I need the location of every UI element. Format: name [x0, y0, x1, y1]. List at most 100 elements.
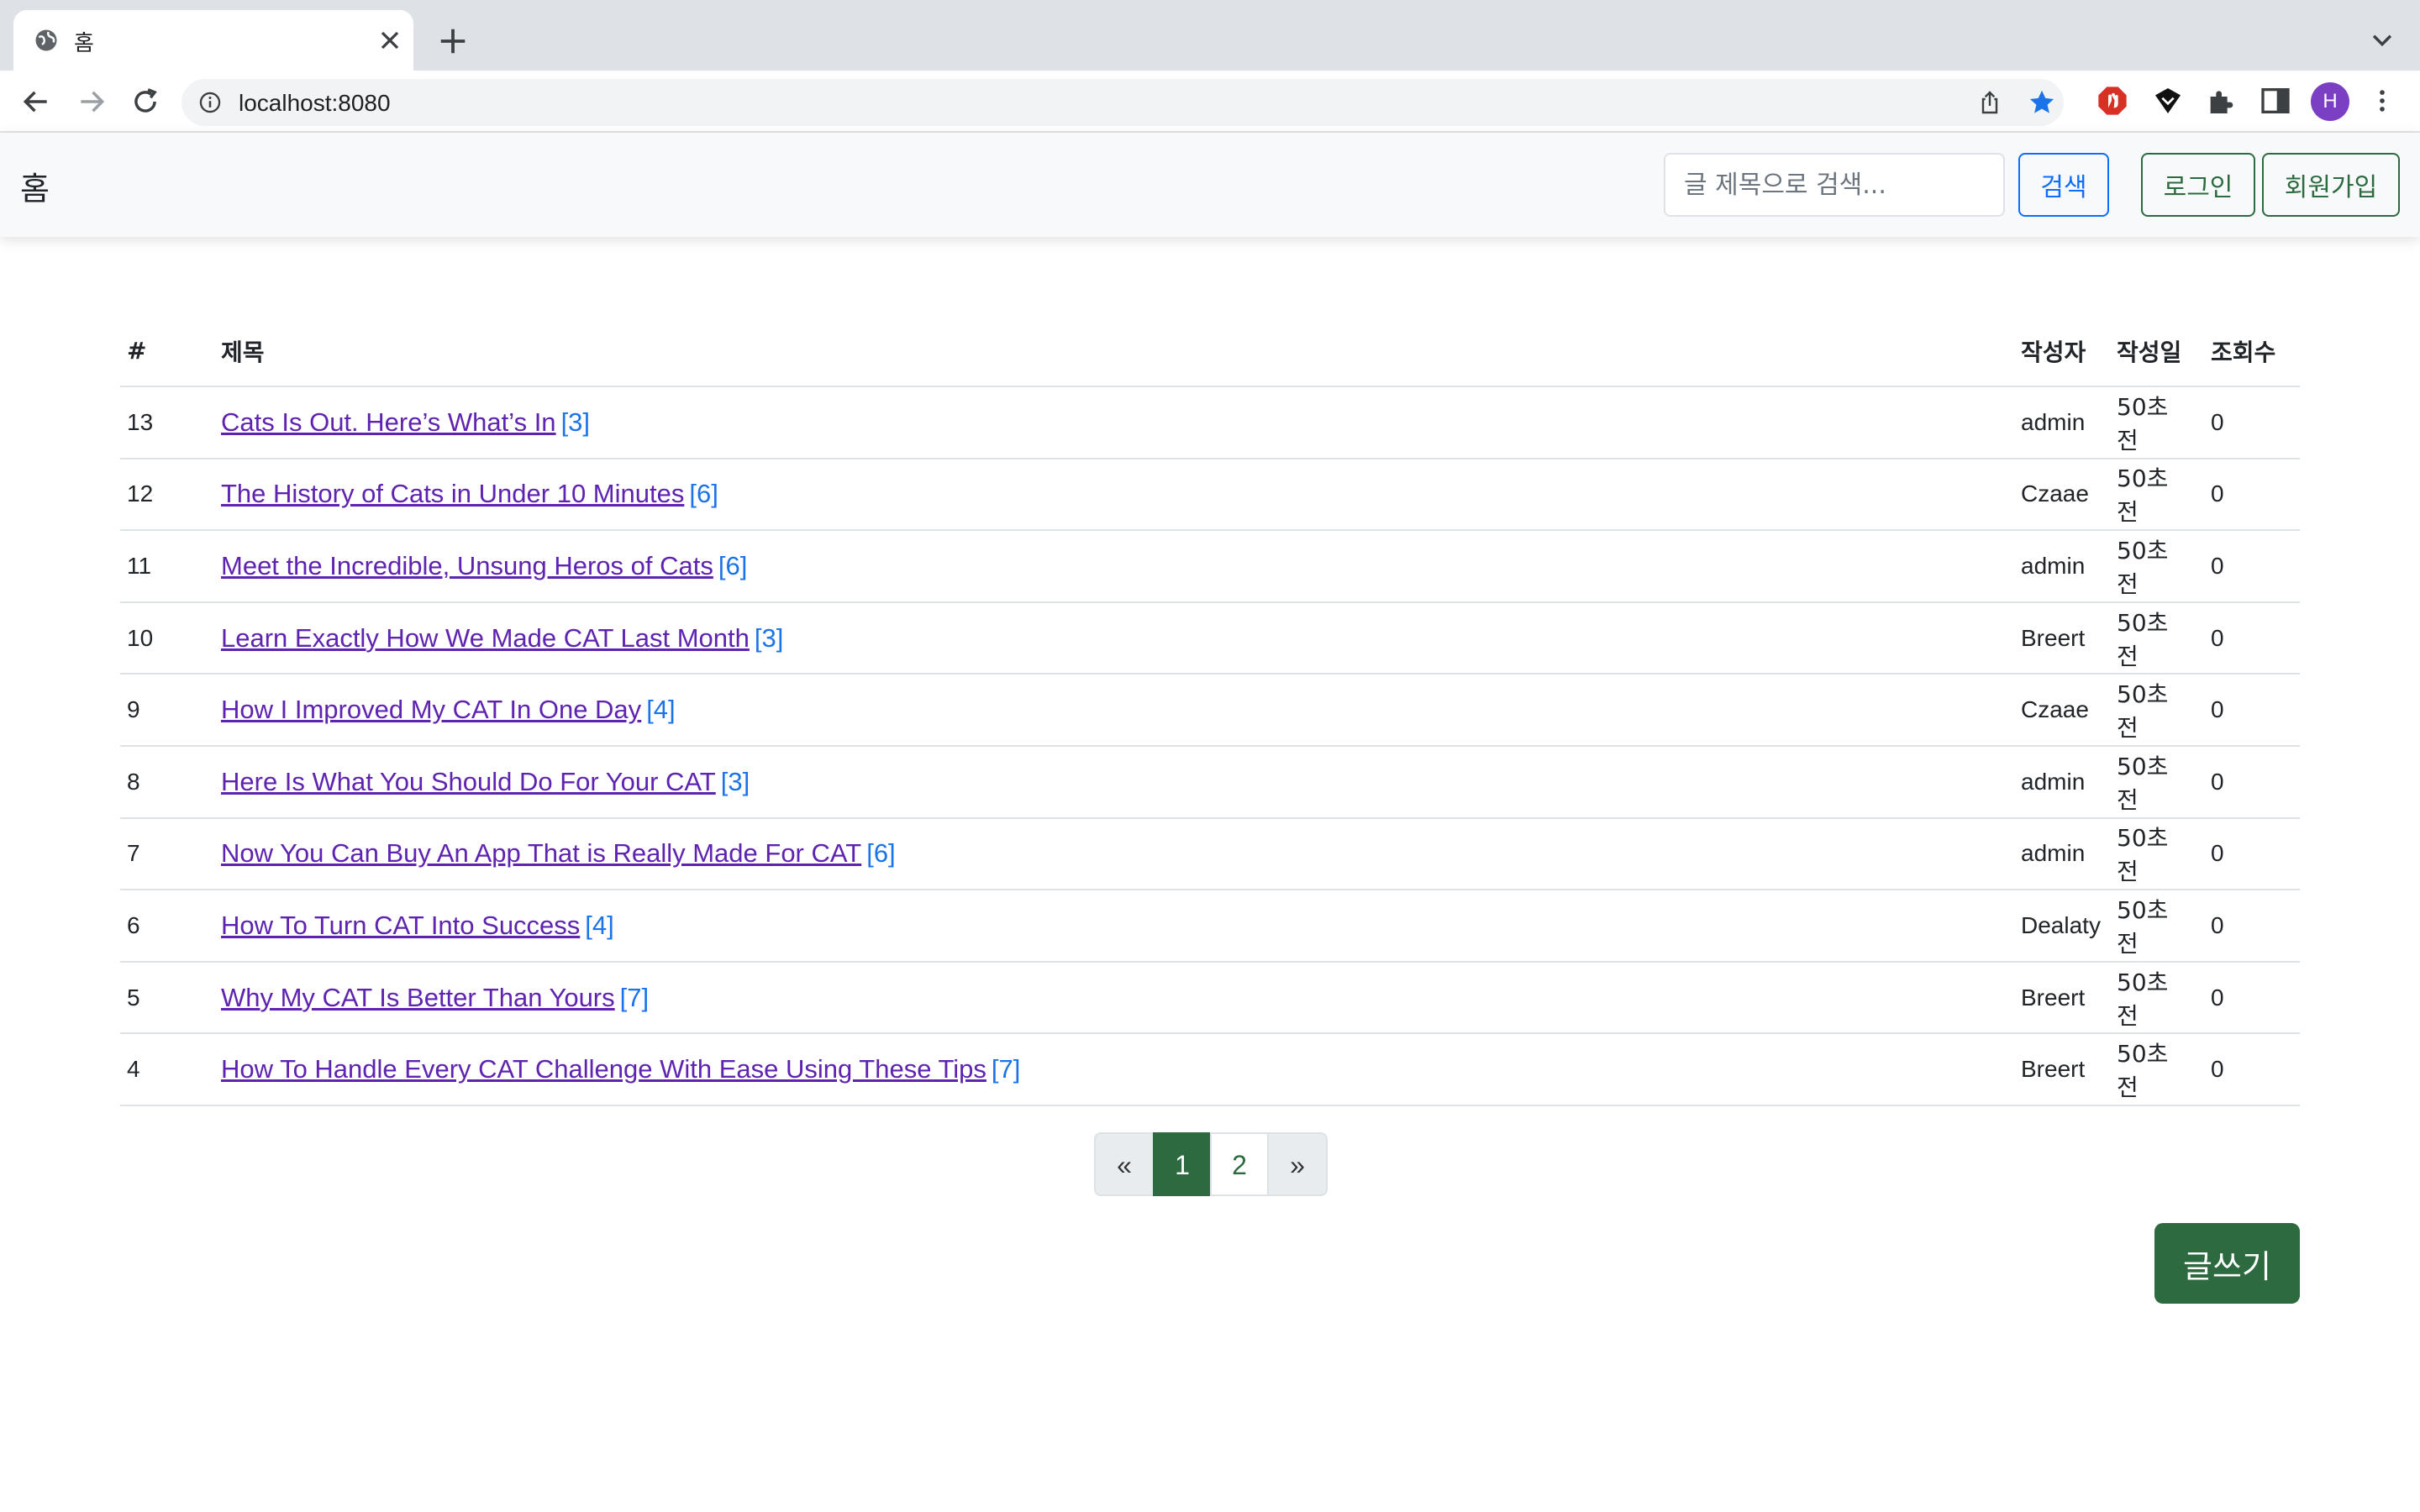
tab-title: 홈	[74, 31, 94, 56]
comment-count: [6]	[718, 550, 748, 580]
table-row: 10 Learn Exactly How We Made CAT Last Mo…	[120, 601, 2300, 675]
post-number: 6	[120, 890, 214, 963]
table-row: 7 Now You Can Buy An App That is Really …	[120, 817, 2300, 891]
post-title-link[interactable]: Here Is What You Should Do For Your CAT	[221, 767, 716, 796]
login-button[interactable]: 로그인	[2141, 153, 2255, 217]
kebab-menu-icon[interactable]	[2368, 84, 2396, 118]
post-author: admin	[2014, 386, 2110, 459]
post-number: 4	[120, 1033, 214, 1106]
address-bar[interactable]: localhost:8080	[182, 79, 2064, 126]
back-arrow-icon[interactable]	[20, 86, 52, 118]
post-date: 50초 전	[2110, 1033, 2204, 1106]
post-title-link[interactable]: Now You Can Buy An App That is Really Ma…	[221, 838, 861, 868]
post-title-link[interactable]: Cats Is Out. Here’s What’s In	[221, 407, 556, 437]
post-date: 50초 전	[2110, 961, 2204, 1035]
table-header-row: # 제목 작성자 작성일 조회수	[120, 316, 2300, 387]
bookmark-star-icon[interactable]	[2027, 87, 2057, 118]
share-icon[interactable]	[1976, 89, 2003, 116]
post-number: 11	[120, 530, 214, 603]
puzzle-extensions-icon[interactable]	[2205, 84, 2238, 118]
info-icon[interactable]	[198, 91, 222, 114]
comment-count: [4]	[646, 695, 676, 725]
header-date: 작성일	[2110, 316, 2204, 387]
post-views: 0	[2204, 890, 2300, 963]
chevron-down-icon[interactable]	[2368, 25, 2396, 54]
comment-count: [4]	[585, 910, 614, 940]
post-views: 0	[2204, 458, 2300, 532]
post-date: 50초 전	[2110, 386, 2204, 459]
post-number: 7	[120, 817, 214, 891]
post-date: 50초 전	[2110, 745, 2204, 819]
post-list: # 제목 작성자 작성일 조회수 13 Cats Is Out. Here’s …	[120, 316, 2300, 1106]
brand-home-link[interactable]: 홈	[20, 163, 50, 209]
table-row: 4 How To Handle Every CAT Challenge With…	[120, 1033, 2300, 1106]
post-date: 50초 전	[2110, 458, 2204, 532]
globe-icon	[35, 29, 57, 51]
post-date: 50초 전	[2110, 530, 2204, 603]
post-author: admin	[2014, 745, 2110, 819]
new-tab-icon[interactable]	[437, 25, 469, 57]
post-author: Breert	[2014, 961, 2110, 1035]
comment-count: [6]	[866, 838, 896, 869]
comment-count: [7]	[991, 1054, 1021, 1084]
post-date: 50초 전	[2110, 601, 2204, 675]
signup-button[interactable]: 회원가입	[2262, 153, 2400, 217]
post-number: 10	[120, 601, 214, 675]
post-date: 50초 전	[2110, 817, 2204, 891]
post-views: 0	[2204, 961, 2300, 1035]
adblock-extension-icon[interactable]	[2096, 84, 2129, 118]
post-number: 9	[120, 674, 214, 747]
post-author: Breert	[2014, 1033, 2110, 1106]
post-title-link[interactable]: How To Handle Every CAT Challenge With E…	[221, 1054, 986, 1084]
post-author: Breert	[2014, 601, 2110, 675]
table-row: 5 Why My CAT Is Better Than Yours [7] Bre…	[120, 961, 2300, 1035]
post-title-link[interactable]: Learn Exactly How We Made CAT Last Month	[221, 623, 750, 653]
post-author: admin	[2014, 817, 2110, 891]
header-author: 작성자	[2014, 316, 2110, 387]
post-views: 0	[2204, 674, 2300, 747]
forward-arrow-icon[interactable]	[76, 86, 108, 118]
post-title-link[interactable]: The History of Cats in Under 10 Minutes	[221, 479, 684, 508]
table-row: 6 How To Turn CAT Into Success [4] Dealat…	[120, 890, 2300, 963]
pagination-next[interactable]: »	[1267, 1132, 1328, 1196]
post-date: 50초 전	[2110, 674, 2204, 747]
browser-tab[interactable]: 홈	[13, 10, 413, 71]
post-number: 5	[120, 961, 214, 1035]
comment-count: [3]	[720, 766, 750, 796]
pagination-prev[interactable]: «	[1094, 1132, 1155, 1196]
post-views: 0	[2204, 386, 2300, 459]
post-title-link[interactable]: How I Improved My CAT In One Day	[221, 695, 641, 724]
table-row: 8 Here Is What You Should Do For Your CA…	[120, 745, 2300, 819]
write-post-button[interactable]: 글쓰기	[2154, 1223, 2300, 1304]
post-views: 0	[2204, 817, 2300, 891]
reload-icon[interactable]	[129, 86, 161, 118]
download-extension-icon[interactable]	[2151, 84, 2185, 118]
close-icon[interactable]	[375, 25, 405, 55]
post-title-link[interactable]: Meet the Incredible, Unsung Heros of Cat…	[221, 551, 713, 580]
browser-toolbar: localhost:8080	[0, 71, 2420, 133]
post-title-link[interactable]: Why My CAT Is Better Than Yours	[221, 983, 615, 1012]
post-title-link[interactable]: How To Turn CAT Into Success	[221, 911, 580, 940]
post-views: 0	[2204, 1033, 2300, 1106]
comment-count: [3]	[754, 622, 784, 653]
post-date: 50초 전	[2110, 890, 2204, 963]
post-author: Czaae	[2014, 458, 2110, 532]
post-number: 12	[120, 458, 214, 532]
header-views: 조회수	[2204, 316, 2300, 387]
profile-avatar[interactable]: H	[2311, 82, 2349, 121]
post-table: # 제목 작성자 작성일 조회수 13 Cats Is Out. Here’s …	[120, 316, 2300, 1106]
pagination: « 1 2 »	[1094, 1132, 1328, 1196]
pagination-page-2[interactable]: 2	[1210, 1132, 1269, 1196]
post-author: Czaae	[2014, 674, 2110, 747]
table-row: 12 The History of Cats in Under 10 Minut…	[120, 458, 2300, 532]
post-number: 13	[120, 386, 214, 459]
header-title: 제목	[214, 316, 2014, 387]
header-number: #	[120, 316, 214, 387]
comment-count: [7]	[619, 982, 650, 1012]
side-panel-icon[interactable]	[2259, 84, 2292, 118]
pagination-page-1[interactable]: 1	[1153, 1132, 1212, 1196]
post-author: Dealaty	[2014, 890, 2110, 963]
search-button[interactable]: 검색	[2018, 153, 2109, 217]
search-input[interactable]	[1664, 153, 2005, 217]
post-number: 8	[120, 745, 214, 819]
